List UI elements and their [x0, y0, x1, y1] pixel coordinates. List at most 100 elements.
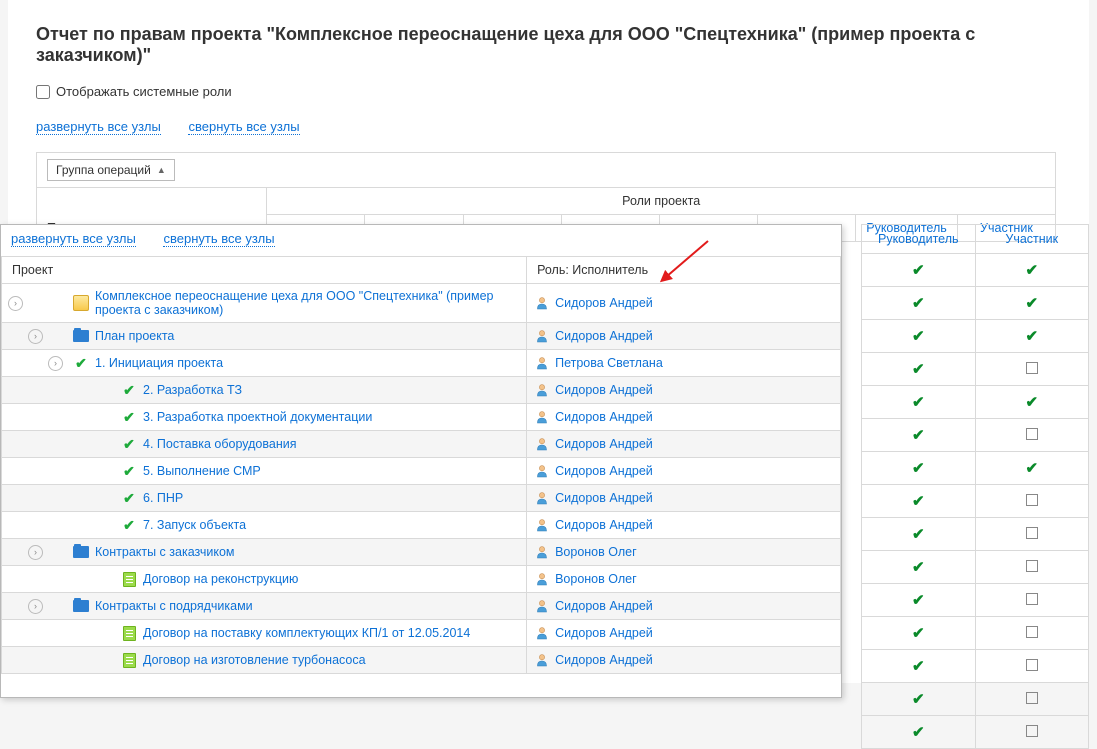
- check-icon: ✔: [912, 625, 925, 642]
- check-icon: ✔: [912, 460, 925, 477]
- task-check-icon: ✔: [121, 490, 137, 506]
- group-operations-dropdown[interactable]: Группа операций▲: [47, 159, 175, 181]
- tree-node-link[interactable]: 4. Поставка оборудования: [143, 437, 297, 451]
- executor-link[interactable]: Сидоров Андрей: [555, 626, 653, 640]
- tree-node-link[interactable]: План проекта: [95, 329, 174, 343]
- check-icon: ✔: [912, 559, 925, 576]
- user-icon: [535, 491, 549, 505]
- unchecked-box-icon: [1026, 494, 1038, 506]
- role-header-participant[interactable]: Участник: [975, 225, 1089, 254]
- user-icon: [535, 572, 549, 586]
- user-icon: [535, 296, 549, 310]
- check-icon: ✔: [1025, 394, 1038, 411]
- expand-toggle[interactable]: ›: [8, 296, 23, 311]
- project-icon: [73, 295, 89, 311]
- task-check-icon: ✔: [121, 436, 137, 452]
- user-icon: [535, 653, 549, 667]
- user-icon: [535, 410, 549, 424]
- executor-link[interactable]: Сидоров Андрей: [555, 437, 653, 451]
- role-header-leader[interactable]: Руководитель: [862, 225, 976, 254]
- folder-icon: [73, 598, 89, 614]
- check-icon: ✔: [912, 361, 925, 378]
- executor-link[interactable]: Сидоров Андрей: [555, 383, 653, 397]
- user-icon: [535, 545, 549, 559]
- check-icon: ✔: [912, 592, 925, 609]
- unchecked-box-icon: [1026, 593, 1038, 605]
- task-check-icon: ✔: [73, 355, 89, 371]
- tree-node-link[interactable]: 7. Запуск объекта: [143, 518, 246, 532]
- tree-node-link[interactable]: Контракты с заказчиком: [95, 545, 234, 559]
- tree-node-link[interactable]: 1. Инициация проекта: [95, 356, 223, 370]
- expand-toggle[interactable]: ›: [28, 599, 43, 614]
- unchecked-box-icon: [1026, 692, 1038, 704]
- unchecked-box-icon: [1026, 560, 1038, 572]
- tree-node-link[interactable]: Договор на изготовление турбонасоса: [143, 653, 366, 667]
- page-title: Отчет по правам проекта "Комплексное пер…: [36, 24, 1061, 66]
- task-check-icon: ✔: [121, 517, 137, 533]
- unchecked-box-icon: [1026, 362, 1038, 374]
- check-icon: ✔: [912, 262, 925, 279]
- col-role-executor: Роль: Исполнитель: [527, 257, 841, 284]
- document-icon: [121, 571, 137, 587]
- unchecked-box-icon: [1026, 725, 1038, 737]
- executor-link[interactable]: Воронов Олег: [555, 572, 637, 586]
- tree-node-link[interactable]: 6. ПНР: [143, 491, 183, 505]
- check-icon: ✔: [912, 493, 925, 510]
- collapse-all-link[interactable]: свернуть все узлы: [188, 119, 299, 135]
- user-icon: [535, 599, 549, 613]
- tree-node-link[interactable]: 3. Разработка проектной документации: [143, 410, 372, 424]
- check-icon: ✔: [912, 658, 925, 675]
- task-check-icon: ✔: [121, 409, 137, 425]
- visible-right-columns: Руководитель Участник ✔ ✔ ✔ ✔ ✔ ✔ ✔ ✔ ✔ ✔ ✔ ✔ ✔ ✔ ✔ ✔ ✔ ✔…: [861, 224, 1089, 749]
- check-icon: ✔: [912, 427, 925, 444]
- tree-node-link[interactable]: 2. Разработка ТЗ: [143, 383, 242, 397]
- unchecked-box-icon: [1026, 626, 1038, 638]
- executor-link[interactable]: Сидоров Андрей: [555, 518, 653, 532]
- project-tree-table: Проект Роль: Исполнитель › Комплексное пе…: [1, 256, 841, 674]
- user-icon: [535, 626, 549, 640]
- tree-node-link[interactable]: Комплексное переоснащение цеха для ООО "…: [95, 289, 518, 317]
- check-icon: ✔: [1025, 262, 1038, 279]
- expand-toggle[interactable]: ›: [48, 356, 63, 371]
- tree-node-link[interactable]: Договор на реконструкцию: [143, 572, 298, 586]
- tree-node-link[interactable]: Контракты с подрядчиками: [95, 599, 253, 613]
- user-icon: [535, 437, 549, 451]
- executor-link[interactable]: Сидоров Андрей: [555, 653, 653, 667]
- popup-collapse-all-link[interactable]: свернуть все узлы: [163, 231, 274, 247]
- executor-link[interactable]: Сидоров Андрей: [555, 296, 653, 310]
- check-icon: ✔: [912, 724, 925, 741]
- executor-link[interactable]: Воронов Олег: [555, 545, 637, 559]
- executor-link[interactable]: Сидоров Андрей: [555, 329, 653, 343]
- check-icon: ✔: [1025, 460, 1038, 477]
- executor-link[interactable]: Петрова Светлана: [555, 356, 663, 370]
- popup-expand-all-link[interactable]: развернуть все узлы: [11, 231, 136, 247]
- roles-header: Роли проекта: [267, 188, 1056, 215]
- document-icon: [121, 652, 137, 668]
- tree-node-link[interactable]: Договор на поставку комплектующих КП/1 о…: [143, 626, 470, 640]
- executor-link[interactable]: Сидоров Андрей: [555, 599, 653, 613]
- show-system-roles-checkbox[interactable]: [36, 85, 50, 99]
- col-project: Проект: [2, 257, 527, 284]
- unchecked-box-icon: [1026, 428, 1038, 440]
- expand-toggle[interactable]: ›: [28, 545, 43, 560]
- check-icon: ✔: [912, 526, 925, 543]
- executor-link[interactable]: Сидоров Андрей: [555, 410, 653, 424]
- task-check-icon: ✔: [121, 463, 137, 479]
- expand-toggle[interactable]: ›: [28, 329, 43, 344]
- user-icon: [535, 383, 549, 397]
- folder-icon: [73, 328, 89, 344]
- check-icon: ✔: [912, 691, 925, 708]
- executor-link[interactable]: Сидоров Андрей: [555, 491, 653, 505]
- show-system-roles-label: Отображать системные роли: [56, 84, 232, 99]
- tree-node-link[interactable]: 5. Выполнение СМР: [143, 464, 261, 478]
- task-check-icon: ✔: [121, 382, 137, 398]
- check-icon: ✔: [912, 295, 925, 312]
- folder-icon: [73, 544, 89, 560]
- user-icon: [535, 329, 549, 343]
- document-icon: [121, 625, 137, 641]
- unchecked-box-icon: [1026, 527, 1038, 539]
- check-icon: ✔: [1025, 295, 1038, 312]
- expand-all-link[interactable]: развернуть все узлы: [36, 119, 161, 135]
- executor-link[interactable]: Сидоров Андрей: [555, 464, 653, 478]
- check-icon: ✔: [912, 394, 925, 411]
